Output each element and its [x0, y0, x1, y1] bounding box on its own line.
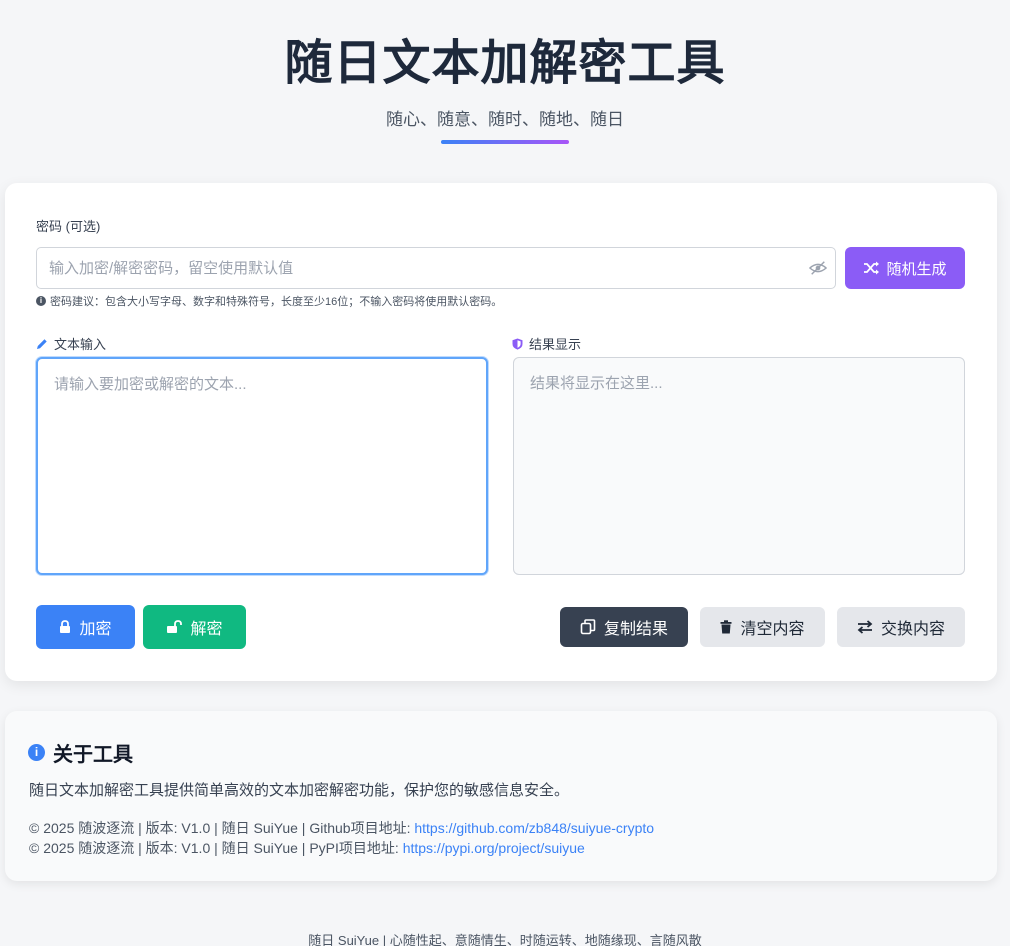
- swap-content-button[interactable]: 交换内容: [837, 607, 965, 647]
- title-underline: [441, 140, 569, 144]
- result-section-label: 结果显示: [512, 334, 581, 353]
- about-description: 随日文本加解密工具提供简单高效的文本加密解密功能，保护您的敏感信息安全。: [29, 782, 570, 799]
- page-footer: 随日 SuiYue | 心随性起、意随情生、时随运转、地随缘现、言随风散: [308, 933, 702, 946]
- random-generate-button[interactable]: 随机生成: [845, 247, 965, 289]
- decrypt-label: 解密: [190, 621, 223, 638]
- lock-icon: [60, 620, 71, 633]
- result-display-area[interactable]: [513, 357, 965, 575]
- page-header: 随日文本加解密工具 随心、随意、随时、随地、随日: [0, 0, 1010, 144]
- about-title: i 关于工具: [28, 738, 133, 767]
- copy-result-button[interactable]: 复制结果: [560, 607, 688, 647]
- about-section: i 关于工具 随日文本加解密工具提供简单高效的文本加密解密功能，保护您的敏感信息…: [5, 711, 997, 881]
- decrypt-button[interactable]: 解密: [143, 605, 246, 649]
- crypto-card: 密码 (可选) 随机生成 i 密码建议：包含大小写字母、数字和特殊符号，长度至少…: [5, 183, 997, 681]
- swap-icon: [857, 620, 873, 634]
- shuffle-icon: [864, 261, 880, 275]
- pypi-info: © 2025 随波逐流 | 版本: V1.0 | 随日 SuiYue | PyP…: [29, 838, 585, 858]
- unlock-icon: [167, 620, 183, 633]
- eye-slash-icon[interactable]: [809, 260, 827, 276]
- info-icon: i: [36, 296, 46, 306]
- password-hint: i 密码建议：包含大小写字母、数字和特殊符号，长度至少16位；不输入密码将使用默…: [36, 293, 502, 309]
- pypi-prefix: © 2025 随波逐流 | 版本: V1.0 | 随日 SuiYue | PyP…: [29, 840, 403, 856]
- shield-icon: [512, 338, 523, 350]
- page-title: 随日文本加解密工具: [284, 37, 726, 90]
- about-title-text: 关于工具: [53, 744, 133, 766]
- password-label: 密码 (可选): [36, 219, 101, 234]
- password-hint-text: 密码建议：包含大小写字母、数字和特殊符号，长度至少16位；不输入密码将使用默认密…: [50, 296, 503, 308]
- trash-icon: [720, 620, 732, 634]
- swap-content-label: 交换内容: [880, 621, 945, 638]
- text-input-area[interactable]: [36, 357, 488, 575]
- github-info: © 2025 随波逐流 | 版本: V1.0 | 随日 SuiYue | Git…: [29, 818, 654, 838]
- password-field-wrapper: [36, 247, 836, 289]
- pencil-icon: [37, 338, 47, 349]
- info-icon: i: [28, 744, 45, 761]
- github-prefix: © 2025 随波逐流 | 版本: V1.0 | 随日 SuiYue | Git…: [29, 820, 415, 836]
- pypi-link[interactable]: https://pypi.org/project/suiyue: [403, 840, 585, 856]
- encrypt-label: 加密: [79, 621, 112, 638]
- input-label: 文本输入: [54, 337, 107, 352]
- encrypt-button[interactable]: 加密: [36, 605, 135, 649]
- password-input[interactable]: [37, 248, 835, 288]
- page-subtitle: 随心、随意、随时、随地、随日: [386, 110, 624, 129]
- random-generate-label: 随机生成: [886, 260, 947, 278]
- copy-icon: [580, 619, 596, 635]
- copy-result-label: 复制结果: [603, 621, 668, 638]
- clear-content-button[interactable]: 清空内容: [700, 607, 825, 647]
- github-link[interactable]: https://github.com/zb848/suiyue-crypto: [414, 820, 654, 836]
- clear-content-label: 清空内容: [740, 621, 805, 638]
- result-label: 结果显示: [529, 337, 582, 352]
- input-section-label: 文本输入: [36, 334, 106, 353]
